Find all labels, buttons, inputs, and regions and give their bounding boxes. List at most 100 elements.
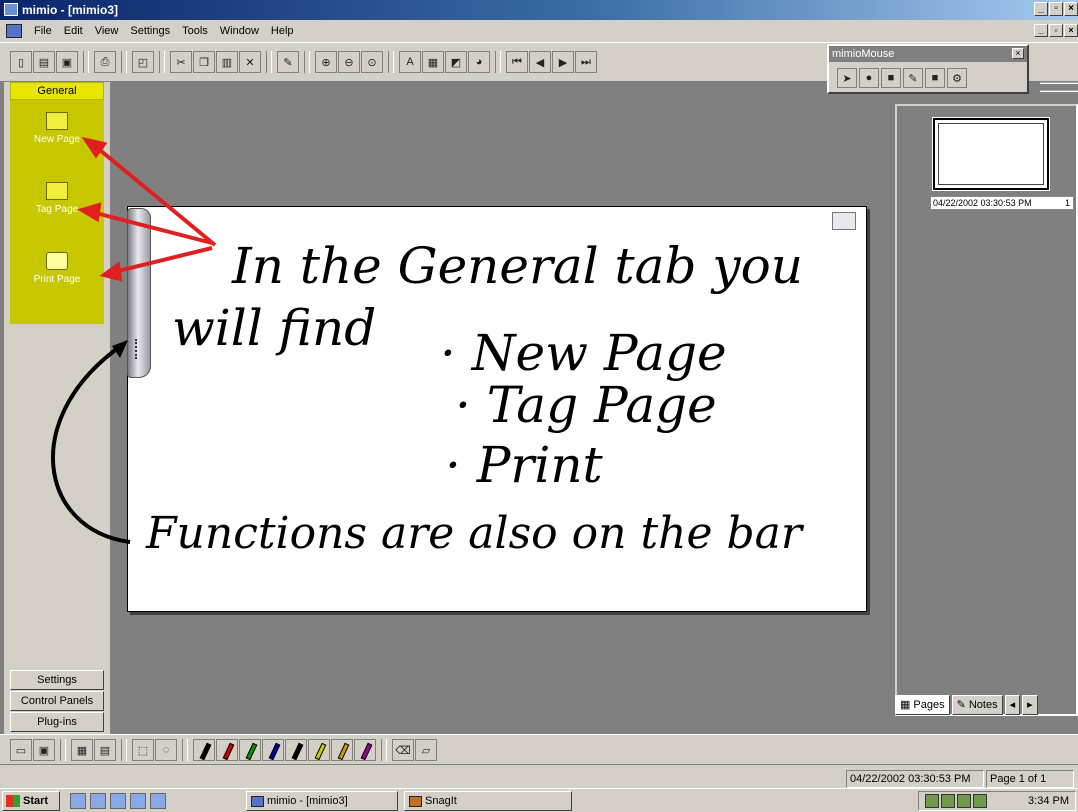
status-page: Page 1 of 1 — [986, 770, 1074, 788]
mimio-pen-image — [127, 208, 151, 378]
minimize-button[interactable]: _ — [1034, 2, 1048, 16]
tab-plug-ins[interactable]: Plug-ins — [10, 712, 104, 732]
media-icon[interactable] — [130, 793, 146, 809]
open-icon[interactable]: ▤ — [33, 51, 55, 73]
dock-handle[interactable] — [1040, 82, 1078, 92]
tab-pages[interactable]: ▦ Pages — [895, 695, 950, 715]
pen-tool-icon[interactable]: ✎ — [903, 68, 923, 88]
mimio-mouse-close-button[interactable]: × — [1012, 48, 1024, 59]
mimio-task-icon — [251, 795, 264, 807]
restore-button[interactable]: ▫ — [1049, 2, 1063, 16]
options-icon[interactable]: ⚙ — [947, 68, 967, 88]
first-page-icon[interactable]: ⏮ — [506, 51, 528, 73]
drawing-toolbar: ▭ ▣ ▦ ▤ ⬚ ◌ ⌫ ▱ — [0, 734, 1078, 764]
black-arrowhead — [112, 340, 128, 358]
new-icon[interactable]: ▯ — [10, 51, 32, 73]
tray-network-icon[interactable] — [925, 794, 939, 808]
pen-color-6[interactable] — [331, 739, 353, 761]
desktop-icon[interactable] — [70, 793, 86, 809]
pen-select-icon[interactable]: ✎ — [277, 51, 299, 73]
next-page-icon[interactable]: ▶ — [552, 51, 574, 73]
pen-color-5[interactable] — [308, 739, 330, 761]
screen-capture-icon[interactable]: ◩ — [445, 51, 467, 73]
color-icon[interactable]: ◕ — [468, 51, 490, 73]
mimio-mouse-toolbar[interactable]: mimioMouse × ➤ ● ■ ✎ ■ ⚙ — [827, 44, 1029, 94]
menu-settings[interactable]: Settings — [124, 25, 176, 37]
thumbnail-timestamp: 04/22/2002 03:30:53 PM — [933, 198, 1032, 208]
app-icon[interactable] — [150, 793, 166, 809]
last-page-icon[interactable]: ⏭ — [575, 51, 597, 73]
mimio-mouse-title: mimioMouse — [832, 48, 895, 60]
menu-window[interactable]: Window — [214, 25, 265, 37]
tag-page-button[interactable]: Tag Page — [10, 182, 104, 215]
pages-icon: ▦ — [900, 699, 911, 711]
highlighter-icon[interactable]: ■ — [881, 68, 901, 88]
lasso-icon[interactable]: ◌ — [155, 739, 177, 761]
mouse-pointer-icon[interactable]: ➤ — [837, 68, 857, 88]
highlighter-tool-icon[interactable]: ▱ — [415, 739, 437, 761]
view-split-icon[interactable]: ▤ — [94, 739, 116, 761]
status-bar: 04/22/2002 03:30:53 PM Page 1 of 1 — [0, 764, 1078, 788]
tab-notes[interactable]: ✎ Notes — [951, 695, 1003, 715]
menu-edit[interactable]: Edit — [58, 25, 89, 37]
mdi-minimize-button[interactable]: _ — [1034, 24, 1048, 37]
view-window-icon[interactable]: ▣ — [33, 739, 55, 761]
delete-icon[interactable]: ✕ — [239, 51, 261, 73]
menu-bar: File Edit View Settings Tools Window Hel… — [0, 20, 1078, 42]
cut-icon[interactable]: ✂ — [170, 51, 192, 73]
print-page-button[interactable]: Print Page — [10, 252, 104, 285]
select-icon[interactable]: ⬚ — [132, 739, 154, 761]
new-page-icon — [46, 112, 68, 130]
menu-help[interactable]: Help — [265, 25, 300, 37]
start-button[interactable]: Start — [2, 791, 60, 811]
tray-pen-icon[interactable] — [957, 794, 971, 808]
tab-general[interactable]: General — [10, 82, 104, 100]
recognize-text-icon[interactable]: A — [399, 51, 421, 73]
zoom-out-icon[interactable]: ⊖ — [338, 51, 360, 73]
menu-file[interactable]: File — [28, 25, 58, 37]
menu-view[interactable]: View — [89, 25, 125, 37]
left-tool-panel: General New Page Tag Page Print Page Set… — [4, 82, 110, 734]
view-page-icon[interactable]: ▭ — [10, 739, 32, 761]
tab-control-panels[interactable]: Control Panels — [10, 691, 104, 711]
import-icon[interactable]: ▦ — [422, 51, 444, 73]
color-swatch-icon[interactable]: ■ — [925, 68, 945, 88]
tab-settings[interactable]: Settings — [10, 670, 104, 690]
ie-icon[interactable] — [90, 793, 106, 809]
page-tag-icon — [832, 212, 856, 230]
tray-mimio-icon[interactable] — [973, 794, 987, 808]
document-icon[interactable] — [6, 24, 22, 38]
print-icon[interactable]: ⎙ — [94, 51, 116, 73]
pen-color-0[interactable] — [193, 739, 215, 761]
task-mimio[interactable]: mimio - [mimio3] — [246, 791, 398, 811]
pen-color-1[interactable] — [216, 739, 238, 761]
tab-scroll-left[interactable]: ◂ — [1004, 695, 1021, 715]
mdi-close-button[interactable]: × — [1064, 24, 1078, 37]
view-grid-icon[interactable]: ▦ — [71, 739, 93, 761]
close-button[interactable]: × — [1064, 2, 1078, 16]
new-page-label: New Page — [33, 134, 81, 145]
tab-scroll-right[interactable]: ▸ — [1022, 695, 1038, 715]
paste-icon[interactable]: ▥ — [216, 51, 238, 73]
mdi-restore-button[interactable]: ▫ — [1049, 24, 1063, 37]
pen-color-2[interactable] — [239, 739, 261, 761]
print-preview-icon[interactable]: ◰ — [132, 51, 154, 73]
outlook-icon[interactable] — [110, 793, 126, 809]
eraser-tool-icon[interactable]: ⌫ — [392, 739, 414, 761]
copy-icon[interactable]: ❐ — [193, 51, 215, 73]
eraser-icon[interactable]: ● — [859, 68, 879, 88]
pen-color-7[interactable] — [354, 739, 376, 761]
prev-page-icon[interactable]: ◀ — [529, 51, 551, 73]
pen-color-4[interactable] — [285, 739, 307, 761]
new-page-button[interactable]: New Page — [10, 112, 104, 145]
zoom-in-icon[interactable]: ⊕ — [315, 51, 337, 73]
zoom-fit-icon[interactable]: ⊙ — [361, 51, 383, 73]
whiteboard-page[interactable] — [127, 206, 867, 612]
page-thumbnail[interactable] — [932, 117, 1050, 191]
task-snagit[interactable]: SnagIt — [404, 791, 572, 811]
general-panel-body: New Page Tag Page Print Page — [10, 100, 104, 324]
menu-tools[interactable]: Tools — [176, 25, 214, 37]
save-icon[interactable]: ▣ — [56, 51, 78, 73]
tray-volume-icon[interactable] — [941, 794, 955, 808]
pen-color-3[interactable] — [262, 739, 284, 761]
